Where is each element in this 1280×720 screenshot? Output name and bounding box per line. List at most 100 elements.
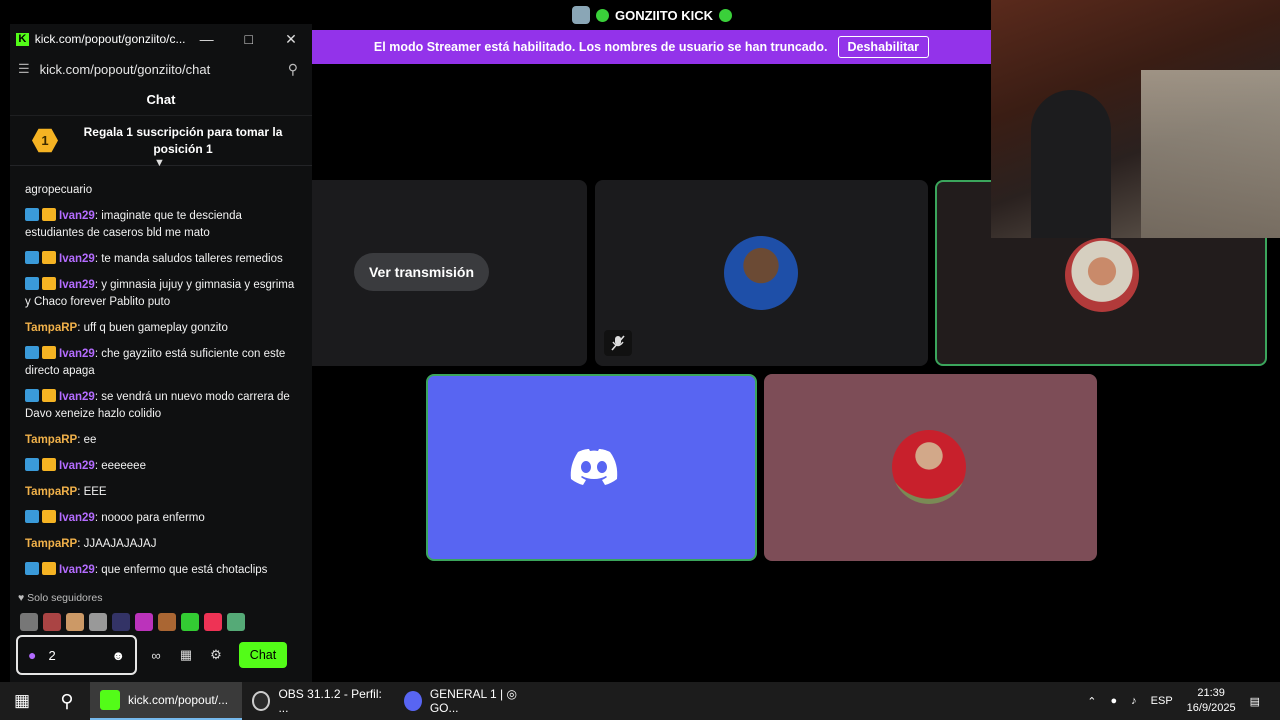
badge-crown-icon: [42, 389, 56, 402]
badge-arrow-icon: [25, 251, 39, 264]
emote[interactable]: [227, 613, 245, 631]
chat-input-row: ● 2 ☻ ∞ ▦ ⚙ Chat: [16, 635, 308, 675]
emote[interactable]: [158, 613, 176, 631]
badge-crown-icon: [42, 562, 56, 575]
server-icon: [572, 6, 590, 24]
chevron-up-icon[interactable]: ⌃: [1087, 695, 1096, 708]
emoji-icon[interactable]: ☻: [111, 648, 125, 663]
badge-crown-icon: [42, 251, 56, 264]
chat-username[interactable]: Ivan29: [59, 564, 95, 576]
search-icon[interactable]: ⚲: [44, 691, 90, 712]
notifications-icon[interactable]: ▤: [1250, 695, 1260, 708]
send-chat-button[interactable]: Chat: [239, 642, 287, 668]
taskbar-app-discord[interactable]: GENERAL 1 | ◎ GO...: [394, 682, 546, 720]
participant-tile[interactable]: [595, 180, 928, 366]
site-settings-icon[interactable]: ☰: [18, 61, 30, 77]
followers-only-text: Solo seguidores: [27, 592, 103, 604]
clock-date: 16/9/2025: [1186, 702, 1236, 714]
participant-tile-speaking[interactable]: [426, 374, 757, 561]
watch-stream-button[interactable]: Ver transmisión: [354, 253, 489, 291]
webcam-overlay: [991, 0, 1280, 238]
maximize-icon[interactable]: □: [228, 31, 270, 47]
rank-badge-icon: 1: [32, 128, 58, 153]
collapse-icon[interactable]: ▼: [154, 157, 165, 169]
pinned-text: Regala 1 suscripción para tomar la posic…: [83, 124, 283, 156]
clock-time: 21:39: [1197, 687, 1225, 699]
emote[interactable]: [89, 613, 107, 631]
live-dot-icon: [596, 8, 609, 22]
zoom-icon[interactable]: ⚲: [288, 61, 298, 78]
stage-header: GONZIITO KICK: [312, 0, 992, 30]
chat-username[interactable]: Ivan29: [59, 512, 95, 524]
emote[interactable]: [66, 613, 84, 631]
taskbar-app-kick[interactable]: kick.com/popout/...: [90, 682, 242, 720]
emote[interactable]: [135, 613, 153, 631]
minimize-icon[interactable]: —: [186, 31, 228, 47]
chat-text: : ee: [77, 434, 97, 446]
participant-tile[interactable]: [764, 374, 1097, 561]
gear-icon[interactable]: ⚙: [205, 647, 227, 663]
badge-crown-icon: [42, 346, 56, 359]
kick-app-icon: [100, 690, 120, 710]
chat-text: : que enfermo que está chotaclips: [94, 564, 268, 576]
chat-input[interactable]: ● 2 ☻: [16, 635, 137, 675]
chat-message: Ivan29: y gimnasia jujuy y gimnasia y es…: [25, 277, 302, 311]
emote[interactable]: [43, 613, 61, 631]
address-bar[interactable]: ☰ kick.com/popout/gonziito/chat ⚲: [10, 54, 312, 84]
close-icon[interactable]: ✕: [270, 31, 312, 48]
language-indicator[interactable]: ESP: [1151, 695, 1173, 707]
badge-arrow-icon: [25, 458, 39, 471]
chat-message: Ivan29: imaginate que te descienda estud…: [25, 208, 302, 242]
stream-tile[interactable]: Ver transmisión: [300, 180, 587, 366]
chat-text: : te manda saludos talleres remedios: [94, 253, 283, 265]
chat-message: Ivan29: eeeeeee: [25, 458, 302, 475]
webcam-person: [1031, 90, 1111, 238]
windows-start-icon[interactable]: ▦: [0, 682, 44, 720]
emote[interactable]: [20, 613, 38, 631]
chat-username[interactable]: TampaRP: [25, 486, 77, 498]
badge-arrow-icon: [25, 389, 39, 402]
microphone-icon[interactable]: ●: [1110, 695, 1117, 707]
chat-username[interactable]: Ivan29: [59, 210, 95, 222]
chat-username[interactable]: TampaRP: [25, 434, 77, 446]
chat-text: : noooo para enfermo: [94, 512, 205, 524]
desktop: GONZIITO KICK El modo Streamer está habi…: [0, 0, 1280, 720]
chat-message: TampaRP: uff q buen gameplay gonzito: [25, 320, 302, 337]
window-titlebar[interactable]: K kick.com/popout/gonziito/c... — □ ✕: [10, 24, 312, 54]
taskbar-app-obs[interactable]: OBS 31.1.2 - Perfil: ...: [242, 682, 394, 720]
chat-message: Ivan29: que enfermo que está chotaclips: [25, 562, 302, 579]
clock[interactable]: 21:39 16/9/2025: [1187, 686, 1236, 716]
chat-text: : JJAAJAJAJAJ: [77, 538, 157, 550]
badge-arrow-icon: [25, 346, 39, 359]
disable-streamer-mode-button[interactable]: Deshabilitar: [837, 36, 930, 58]
input-count: 2: [48, 647, 56, 663]
streamer-mode-notice: El modo Streamer está habilitado. Los no…: [373, 40, 828, 54]
chat-popout-window: K kick.com/popout/gonziito/c... — □ ✕ ☰ …: [10, 24, 312, 682]
chat-username[interactable]: Ivan29: [59, 460, 95, 472]
chat-username[interactable]: TampaRP: [25, 538, 77, 550]
badge-arrow-icon: [25, 208, 39, 221]
pinned-gift-banner[interactable]: 1 Regala 1 suscripción para tomar la pos…: [10, 116, 312, 169]
url-text[interactable]: kick.com/popout/gonziito/chat: [40, 62, 288, 77]
chat-username[interactable]: Ivan29: [59, 348, 95, 360]
volume-icon[interactable]: ♪: [1131, 695, 1137, 707]
taskbar-app-label: OBS 31.1.2 - Perfil: ...: [278, 687, 382, 715]
emote[interactable]: [204, 613, 222, 631]
mic-icon[interactable]: ●: [28, 647, 36, 663]
emote[interactable]: [112, 613, 130, 631]
followers-only-label: ♥ Solo seguidores: [18, 592, 103, 604]
chat-username[interactable]: Ivan29: [59, 279, 95, 291]
chat-username[interactable]: TampaRP: [25, 322, 77, 334]
store-icon[interactable]: ▦: [175, 647, 197, 663]
chat-text: : uff q buen gameplay gonzito: [77, 322, 228, 334]
badge-crown-icon: [42, 208, 56, 221]
chat-username[interactable]: Ivan29: [59, 391, 95, 403]
emote[interactable]: [181, 613, 199, 631]
discord-logo-icon: [570, 449, 618, 485]
mic-muted-icon: [604, 330, 632, 356]
chat-text: agropecuario: [25, 184, 93, 196]
link-icon[interactable]: ∞: [145, 648, 167, 663]
chat-username[interactable]: Ivan29: [59, 253, 95, 265]
chat-message: TampaRP: ee: [25, 432, 302, 449]
obs-app-icon: [252, 691, 271, 711]
